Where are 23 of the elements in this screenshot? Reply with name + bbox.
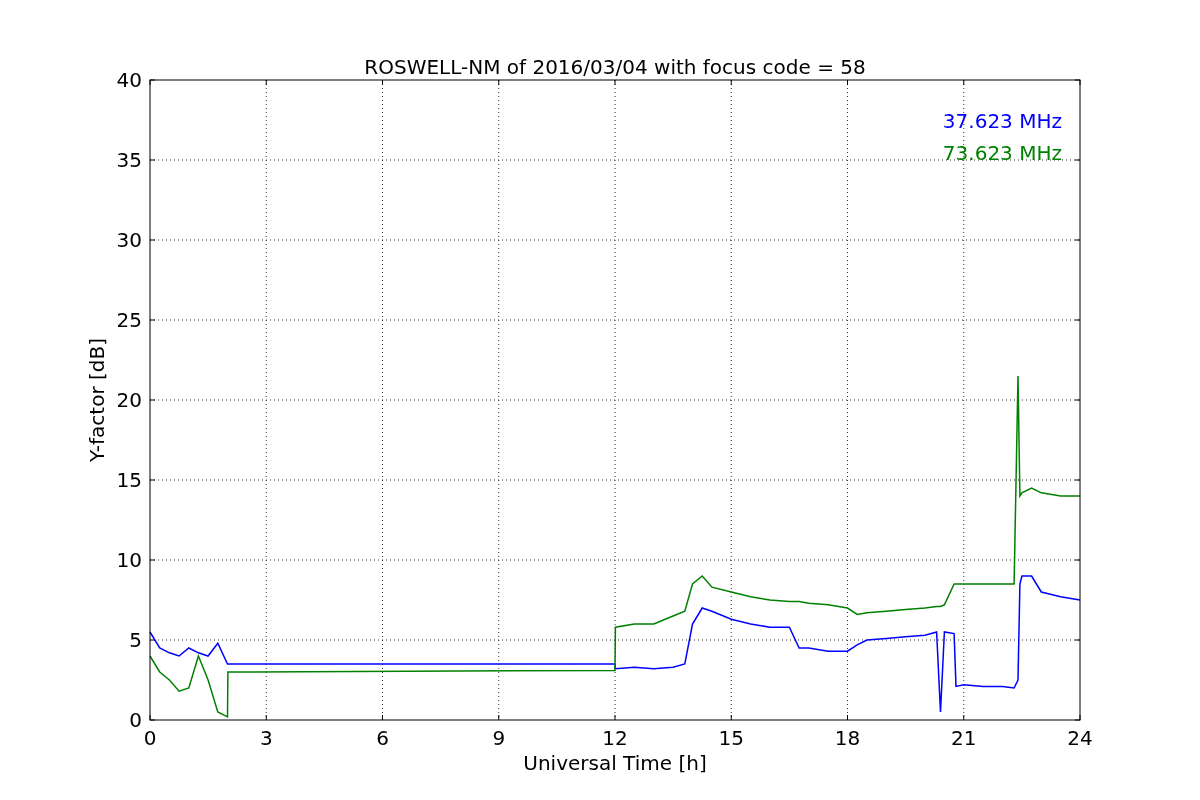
axis-tick-label: 24 [1067,726,1093,750]
axis-tick-label: 10 [116,548,142,572]
axis-tick-label: 12 [602,726,628,750]
y-axis-title: Y-factor [dB] [85,338,109,462]
axis-tick-label: 18 [834,726,861,750]
axis-tick-label: 20 [116,388,142,412]
axis-tick-label: 30 [116,228,142,252]
legend-label: 37.623 MHz [942,109,1062,133]
axis-tick-label: 0 [129,708,142,732]
x-axis-title: Universal Time [h] [523,751,707,775]
axis-tick-label: 6 [376,726,389,750]
legend-label: 73.623 MHz [942,141,1062,165]
axis-tick-label: 5 [129,628,142,652]
axis-tick-label: 40 [116,68,142,92]
axis-tick-label: 35 [116,148,142,172]
axis-tick-label: 21 [951,726,977,750]
chart-title: ROSWELL-NM of 2016/03/04 with focus code = 58 [364,55,866,79]
axis-tick-label: 15 [116,468,142,492]
axis-tick-label: 9 [492,726,506,750]
axis-tick-label: 25 [116,308,142,332]
axis-tick-label: 0 [143,726,157,750]
axis-tick-label: 15 [718,726,744,750]
axis-tick-label: 3 [259,726,273,750]
